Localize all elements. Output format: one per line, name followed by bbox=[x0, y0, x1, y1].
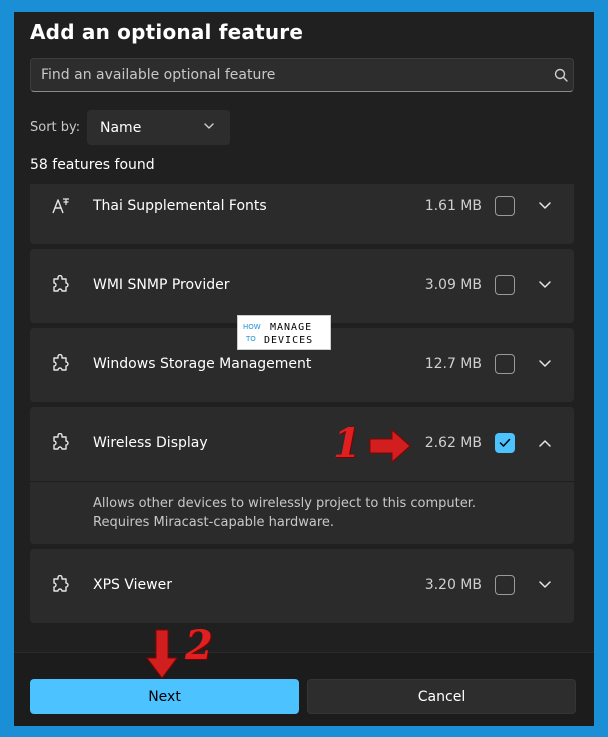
dialog-title: Add an optional feature bbox=[30, 20, 304, 44]
next-button[interactable]: Next bbox=[30, 679, 299, 714]
dialog-footer: Next Cancel bbox=[14, 652, 594, 726]
sort-dropdown[interactable]: Name bbox=[87, 110, 230, 145]
feature-name: WMI SNMP Provider bbox=[93, 277, 230, 293]
sort-label: Sort by: bbox=[30, 120, 81, 135]
feature-size: 3.20 MB bbox=[424, 577, 482, 593]
chevron-down-icon[interactable] bbox=[538, 280, 552, 290]
feature-item[interactable]: Thai Supplemental Fonts 1.61 MB bbox=[30, 184, 574, 244]
feature-item-expanded[interactable]: Wireless Display 2.62 MB Allows other de… bbox=[30, 407, 574, 544]
feature-name: Windows Storage Management bbox=[93, 356, 312, 372]
chevron-up-icon[interactable] bbox=[538, 438, 552, 448]
feature-checkbox[interactable] bbox=[495, 275, 515, 295]
feature-size: 1.61 MB bbox=[424, 198, 482, 214]
feature-checkbox[interactable] bbox=[495, 354, 515, 374]
feature-name: Wireless Display bbox=[93, 435, 208, 451]
chevron-down-icon[interactable] bbox=[538, 201, 552, 211]
chevron-down-icon bbox=[204, 123, 214, 129]
feature-item[interactable]: WMI SNMP Provider 3.09 MB bbox=[30, 249, 574, 323]
annotation-step-1: 1 bbox=[333, 420, 361, 467]
checkmark-icon bbox=[499, 438, 511, 447]
annotation-step-2: 2 bbox=[185, 622, 213, 669]
feature-name: XPS Viewer bbox=[93, 577, 172, 593]
add-optional-feature-dialog: Add an optional feature Sort by: Name 58… bbox=[14, 12, 594, 726]
how-to-manage-devices-logo: HOW TO MANAGE DEVICES bbox=[237, 315, 331, 350]
features-count: 58 features found bbox=[30, 157, 155, 173]
puzzle-icon bbox=[53, 575, 69, 592]
feature-checkbox[interactable] bbox=[495, 196, 515, 216]
search-input[interactable] bbox=[30, 58, 574, 92]
chevron-down-icon[interactable] bbox=[538, 359, 552, 369]
logo-text-manage: MANAGE bbox=[270, 322, 312, 333]
logo-text-devices: DEVICES bbox=[264, 335, 313, 346]
feature-item[interactable]: XPS Viewer 3.20 MB bbox=[30, 549, 574, 623]
font-icon bbox=[52, 198, 69, 214]
chevron-down-icon[interactable] bbox=[538, 580, 552, 590]
feature-list[interactable]: Thai Supplemental Fonts 1.61 MB WMI SNMP… bbox=[30, 184, 574, 624]
puzzle-icon bbox=[53, 433, 69, 450]
logo-text-to: TO bbox=[245, 335, 256, 343]
cancel-button[interactable]: Cancel bbox=[307, 679, 576, 714]
feature-description-line: Allows other devices to wirelessly proje… bbox=[93, 496, 476, 511]
feature-size: 12.7 MB bbox=[424, 356, 482, 372]
sort-dropdown-value: Name bbox=[100, 119, 142, 136]
feature-checkbox-checked[interactable] bbox=[495, 433, 515, 453]
feature-name: Thai Supplemental Fonts bbox=[93, 198, 267, 214]
feature-description-line: Requires Miracast-capable hardware. bbox=[93, 515, 335, 530]
feature-description: Allows other devices to wirelessly proje… bbox=[30, 481, 574, 544]
logo-text-how: HOW bbox=[243, 323, 261, 331]
annotation-arrow-right-icon bbox=[369, 428, 411, 464]
feature-size: 3.09 MB bbox=[424, 277, 482, 293]
feature-size: 2.62 MB bbox=[424, 435, 482, 451]
search-icon[interactable] bbox=[554, 68, 568, 82]
feature-checkbox[interactable] bbox=[495, 575, 515, 595]
puzzle-icon bbox=[53, 354, 69, 371]
annotation-arrow-down-icon bbox=[146, 629, 178, 679]
puzzle-icon bbox=[53, 275, 69, 292]
